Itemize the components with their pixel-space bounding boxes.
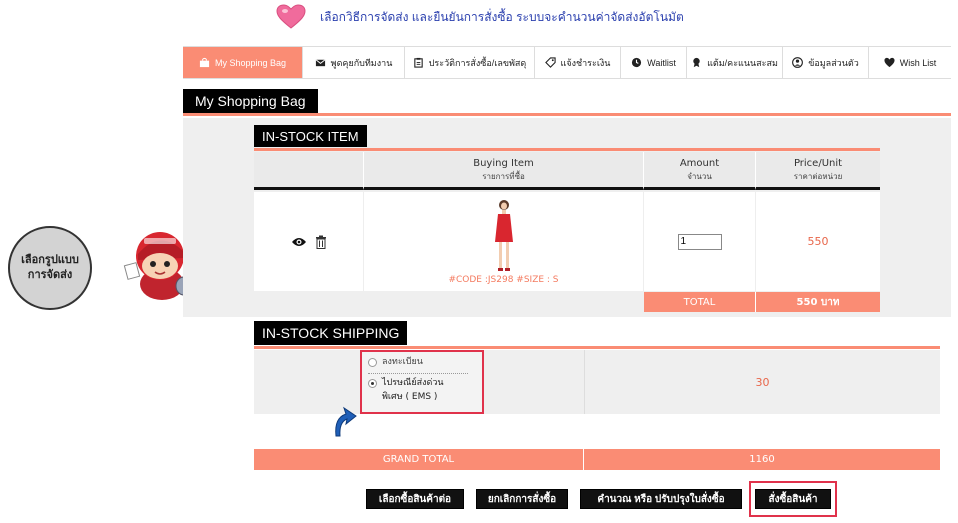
header-price: Price/Unit ราคาต่อหน่วย	[756, 152, 880, 190]
total-row: TOTAL 550 บาท	[644, 292, 880, 312]
tab-label: แจ้งชำระเงิน	[560, 57, 611, 68]
mail-icon	[315, 59, 326, 67]
instruction-banner: เลือกวิธีการจัดส่ง และยืนยันการสั่งซื้อ …	[276, 4, 684, 30]
tab-contact-team[interactable]: พูดคุยกับทีมงาน	[303, 47, 405, 78]
row-amount	[644, 192, 756, 291]
instock-item-label: IN-STOCK ITEM	[254, 125, 367, 147]
header-price-label: Price/Unit	[793, 158, 843, 169]
tab-my-shopping-bag[interactable]: My Shopping Bag	[183, 47, 303, 78]
total-label: TOTAL	[644, 292, 756, 312]
account-nav-tabs: My Shopping Bag พูดคุยกับทีมงาน ประวัติก…	[183, 46, 951, 79]
tab-waitlist[interactable]: Waitlist	[621, 47, 687, 78]
shipping-divider	[254, 346, 940, 349]
trash-icon[interactable]	[315, 235, 327, 249]
option-registered-label: ลงทะเบียน	[382, 357, 423, 367]
header-item: Buying Item รายการที่ซื้อ	[364, 152, 644, 190]
header-amount-sub: จำนวน	[687, 172, 712, 181]
product-image[interactable]	[489, 198, 519, 278]
tab-order-history[interactable]: ประวัติการสั่งซื้อ/เลขพัสดุ	[405, 47, 535, 78]
grand-total-value: 1160	[584, 449, 940, 470]
tab-profile[interactable]: ข้อมูลส่วนตัว	[783, 47, 869, 78]
clipboard-icon	[414, 57, 423, 68]
total-value: 550 บาท	[756, 292, 880, 312]
option-separator	[368, 372, 468, 374]
continue-shopping-button[interactable]: เลือกซื้อสินค้าต่อ	[366, 489, 464, 509]
header-price-sub: ราคาต่อหน่วย	[793, 172, 843, 181]
grand-total-row: GRAND TOTAL 1160	[254, 449, 940, 470]
tab-label: พูดคุยกับทีมงาน	[330, 57, 393, 68]
page-title: My Shopping Bag	[183, 89, 318, 113]
bag-icon	[199, 57, 210, 68]
header-item-label: Buying Item	[473, 158, 534, 169]
bubble-line-1: เลือกรูปแบบ	[21, 254, 79, 267]
tab-payment-notify[interactable]: แจ้งชำระเงิน	[535, 47, 621, 78]
header-amount: Amount จำนวน	[644, 152, 756, 190]
title-divider	[183, 113, 951, 116]
award-icon	[693, 57, 700, 68]
row-item: #CODE :JS298 #SIZE : S	[364, 192, 644, 291]
header-item-sub: รายการที่ซื้อ	[482, 172, 525, 181]
product-code: #CODE :JS298 #SIZE : S	[448, 275, 559, 285]
quantity-input[interactable]	[677, 233, 722, 250]
cancel-order-button[interactable]: ยกเลิกการสั่งซื้อ	[476, 489, 568, 509]
instock-divider	[254, 148, 880, 151]
option-ems-label: ไปรษณีย์ส่งด่วน	[382, 377, 444, 388]
radio-ems[interactable]	[368, 378, 377, 388]
option-ems-label-2: พิเศษ ( EMS )	[382, 392, 438, 402]
table-row: #CODE :JS298 #SIZE : S 550	[254, 192, 880, 291]
shipping-option-ems[interactable]: ไปรษณีย์ส่งด่วน	[368, 377, 476, 391]
shipping-price: 30	[584, 350, 940, 414]
clock-icon	[632, 57, 642, 68]
pointer-arrow-icon	[335, 406, 357, 437]
tab-wish-list[interactable]: Wish List	[869, 47, 951, 78]
radio-registered[interactable]	[368, 358, 377, 368]
tab-label: ประวัติการสั่งซื้อ/เลขพัสดุ	[428, 57, 527, 68]
bubble-line-2: การจัดส่ง	[27, 269, 73, 281]
heart-icon	[884, 57, 895, 68]
row-actions	[254, 192, 364, 291]
items-table-header: Buying Item รายการที่ซื้อ Amount จำนวน P…	[254, 152, 880, 190]
tab-label: ข้อมูลส่วนตัว	[808, 57, 859, 68]
grand-total-label: GRAND TOTAL	[254, 449, 584, 470]
tab-label: แต้ม/คะแนนสะสม	[707, 57, 778, 68]
shipping-options: ลงทะเบียน ไปรษณีย์ส่งด่วน พิเศษ ( EMS )	[360, 350, 484, 414]
tag-icon	[544, 57, 556, 68]
shipping-option-registered[interactable]: ลงทะเบียน	[368, 356, 476, 370]
recalculate-order-button[interactable]: คำนวณ หรือ ปรับปรุงใบสั่งซื้อ	[580, 489, 742, 509]
place-order-button[interactable]: สั่งซื้อสินค้า	[755, 489, 831, 509]
eye-icon[interactable]	[291, 236, 307, 248]
row-price: 550	[756, 192, 880, 291]
header-amount-label: Amount	[679, 158, 720, 169]
unit-price: 550	[807, 235, 829, 248]
header-actions	[254, 152, 364, 190]
delivery-choice-bubble: เลือกรูปแบบ การจัดส่ง	[8, 226, 92, 310]
instock-shipping-label: IN-STOCK SHIPPING	[254, 321, 408, 345]
user-icon	[792, 57, 804, 68]
tab-label: Wish List	[899, 57, 937, 68]
tab-label: Waitlist	[647, 57, 676, 68]
tab-label: My Shopping Bag	[214, 57, 287, 68]
tab-points[interactable]: แต้ม/คะแนนสะสม	[687, 47, 783, 78]
banner-text: เลือกวิธีการจัดส่ง และยืนยันการสั่งซื้อ …	[320, 9, 684, 24]
heart-icon	[276, 4, 306, 29]
